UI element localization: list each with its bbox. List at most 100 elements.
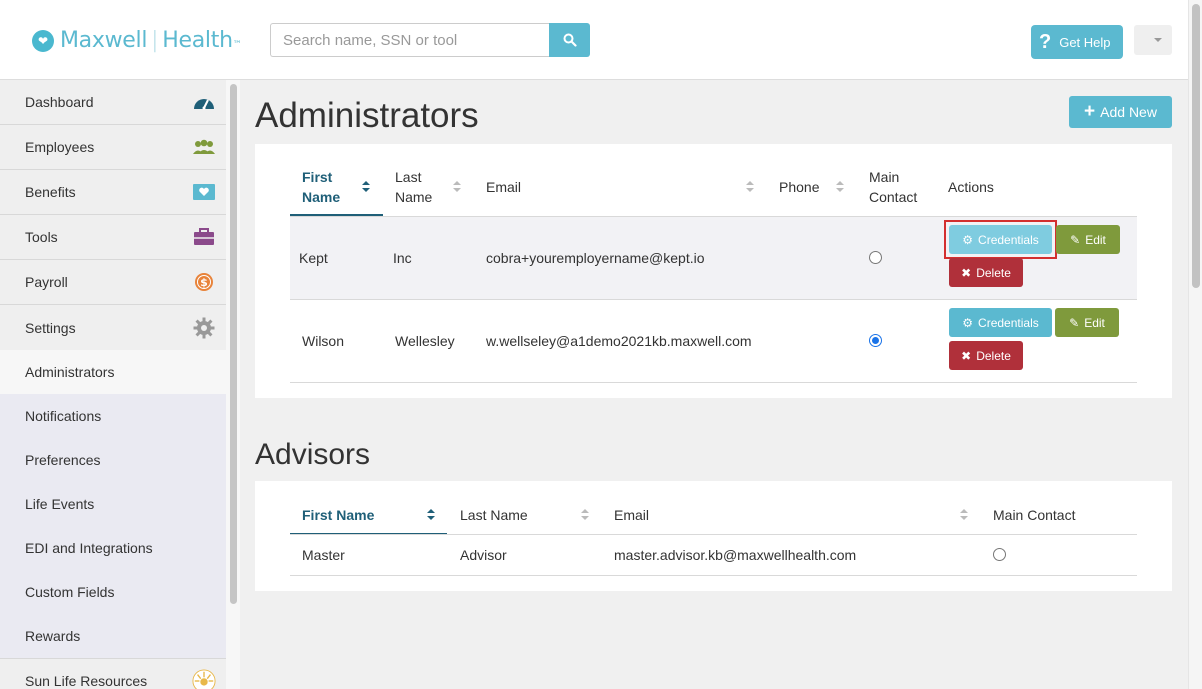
sidebar-item-benefits[interactable]: Benefits: [0, 170, 226, 215]
sidebar-item-tools[interactable]: Tools: [0, 215, 226, 260]
sidebar-subitem-edi-integrations[interactable]: EDI and Integrations: [0, 526, 226, 570]
advisor-email: master.advisor.kb@maxwellhealth.com: [614, 547, 857, 563]
sidebar-subitem-label: Preferences: [25, 452, 101, 468]
svg-text:$: $: [200, 276, 208, 289]
admin-last-name: Inc: [393, 250, 412, 266]
sort-icon[interactable]: [960, 509, 968, 521]
main-content: Administrators + Add New First Name Last…: [240, 80, 1188, 689]
advisor-first-name: Master: [302, 547, 345, 563]
main-contact-radio[interactable]: [869, 251, 882, 264]
get-help-label: Get Help: [1059, 34, 1111, 50]
advisor-last-name: Advisor: [460, 547, 507, 563]
sidebar-subitem-label: Life Events: [25, 496, 95, 512]
sidebar-item-label: Dashboard: [25, 94, 94, 110]
administrators-panel: First Name Last Name Email Phone Main Co…: [255, 144, 1172, 398]
close-icon: ✖: [961, 265, 972, 280]
sidebar-subitem-rewards[interactable]: Rewards: [0, 614, 226, 658]
column-header-first-name[interactable]: First Name: [302, 505, 374, 525]
caret-down-icon: [1154, 38, 1162, 42]
admin-first-name: Kept: [299, 250, 328, 266]
sidebar-item-label: Settings: [25, 319, 76, 336]
add-new-label: Add New: [1100, 104, 1157, 120]
edit-icon: ✎: [1069, 315, 1080, 330]
main-contact-radio[interactable]: [869, 334, 882, 347]
credentials-label: Credentials: [978, 315, 1039, 330]
credentials-label: Credentials: [978, 232, 1039, 247]
table-divider: [290, 382, 1137, 383]
sidebar-subitem-administrators[interactable]: Administrators: [0, 350, 226, 394]
sidebar-subitem-preferences[interactable]: Preferences: [0, 438, 226, 482]
delete-button[interactable]: ✖ Delete: [949, 258, 1023, 287]
dashboard-gauge-icon: [192, 91, 216, 113]
column-header-email[interactable]: Email: [614, 505, 649, 525]
column-header-main-contact: Main Contact: [869, 169, 918, 205]
sidebar-item-payroll[interactable]: Payroll $: [0, 260, 226, 305]
credentials-button[interactable]: ⚙ Credentials: [949, 225, 1052, 254]
column-header-first-name[interactable]: First Name: [302, 167, 342, 207]
column-header-last-name[interactable]: Last Name: [395, 167, 435, 207]
heart-logo-icon: ❤: [32, 29, 54, 52]
advisors-title: Advisors: [255, 438, 371, 471]
sort-icon[interactable]: [427, 509, 435, 521]
sidebar-item-employees[interactable]: Employees: [0, 125, 226, 170]
plus-icon: +: [1084, 101, 1096, 122]
sort-icon[interactable]: [581, 509, 589, 521]
sort-icon[interactable]: [453, 181, 461, 193]
sidebar-subitem-label: Custom Fields: [25, 584, 115, 600]
advisors-panel: First Name Last Name Email Main Contact …: [255, 481, 1172, 591]
column-header-actions: Actions: [948, 179, 994, 195]
user-menu-dropdown[interactable]: [1134, 25, 1172, 55]
logo-trademark: ™: [232, 40, 242, 50]
edit-button[interactable]: ✎ Edit: [1056, 225, 1120, 254]
main-contact-radio[interactable]: [993, 548, 1006, 561]
admin-first-name: Wilson: [302, 333, 345, 349]
delete-label: Delete: [976, 265, 1011, 280]
sun-life-logo-icon: [192, 668, 216, 689]
sidebar-scrollbar-thumb[interactable]: [230, 84, 237, 604]
admin-email: cobra+youremployername@kept.io: [486, 250, 705, 266]
edit-label: Edit: [1085, 232, 1106, 247]
sidebar-item-label: Employees: [25, 139, 95, 155]
sidebar-subitem-label: EDI and Integrations: [25, 540, 153, 556]
sidebar-subitem-notifications[interactable]: Notifications: [0, 394, 226, 438]
logo-name: Maxwell: [60, 28, 148, 53]
gear-icon: ⚙: [962, 232, 974, 247]
sidebar-item-dashboard[interactable]: Dashboard: [0, 80, 226, 125]
table-divider: [290, 299, 1137, 300]
sidebar-item-sun-life-resources[interactable]: Sun Life Resources: [0, 658, 226, 689]
column-header-email[interactable]: Email: [486, 177, 521, 197]
maxwell-health-logo[interactable]: ❤ Maxwell | Health™: [32, 28, 242, 53]
search-input[interactable]: [270, 23, 550, 57]
add-new-button[interactable]: + Add New: [1069, 96, 1172, 128]
sidebar-subitem-custom-fields[interactable]: Custom Fields: [0, 570, 226, 614]
sidebar-scrollbar[interactable]: [226, 80, 240, 689]
search-icon: [563, 33, 577, 47]
sort-icon[interactable]: [836, 181, 844, 193]
sidebar-subitem-life-events[interactable]: Life Events: [0, 482, 226, 526]
sidebar-item-settings[interactable]: Settings: [0, 305, 226, 350]
delete-button[interactable]: ✖ Delete: [949, 341, 1023, 370]
question-icon: ?: [1039, 30, 1052, 53]
column-header-main-contact: Main Contact: [993, 507, 1076, 523]
gear-icon: [192, 317, 216, 339]
credentials-button[interactable]: ⚙ Credentials: [949, 308, 1052, 337]
sidebar-subitem-label: Administrators: [25, 364, 115, 380]
logo-sub: Health: [162, 28, 233, 53]
page-scrollbar-thumb[interactable]: [1192, 4, 1200, 288]
column-header-last-name[interactable]: Last Name: [460, 505, 528, 525]
sidebar-subitem-label: Rewards: [25, 628, 81, 644]
page-scrollbar[interactable]: [1188, 0, 1202, 689]
gear-icon: ⚙: [962, 315, 974, 330]
heart-card-icon: [192, 181, 216, 203]
edit-label: Edit: [1084, 315, 1105, 330]
sort-icon[interactable]: [746, 181, 754, 193]
column-header-phone[interactable]: Phone: [779, 177, 819, 197]
admin-email: w.wellseley@a1demo2021kb.maxwell.com: [486, 333, 752, 349]
administrators-title: Administrators: [255, 96, 479, 135]
search-button[interactable]: [549, 23, 590, 57]
sort-icon[interactable]: [362, 181, 370, 193]
get-help-button[interactable]: ? Get Help: [1031, 25, 1123, 59]
top-header: ❤ Maxwell|Health™ ? Get Help: [0, 0, 1188, 80]
edit-button[interactable]: ✎ Edit: [1055, 308, 1119, 337]
sidebar-item-label: Sun Life Resources: [25, 672, 148, 689]
